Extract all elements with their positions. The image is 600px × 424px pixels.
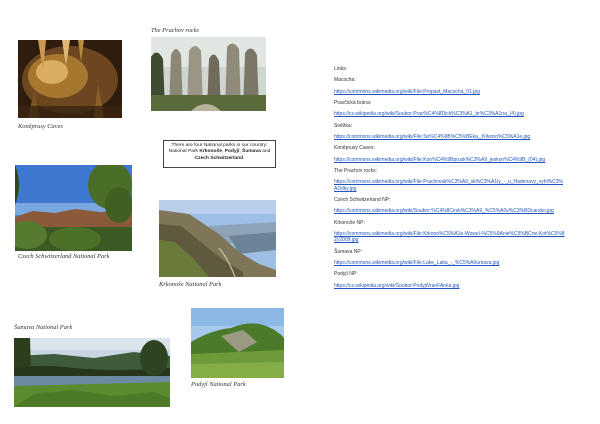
link-pravcicka[interactable]: https://cs.wikipedia.org/wiki/Soubor:Pra… bbox=[334, 111, 566, 117]
note-park-krkonose: Krkonoše bbox=[199, 149, 222, 155]
czech-switzerland-caption: Czech Schwitzerland National Park bbox=[18, 253, 110, 260]
link-label-krkonose: Krkonoše NP: bbox=[334, 219, 365, 226]
note-park-podyji: Podyjí bbox=[224, 149, 240, 155]
link-prachov[interactable]: https://commons.wikimedia.org/wiki/File:… bbox=[334, 179, 566, 191]
sumava-caption: Šumava National Park bbox=[14, 324, 73, 331]
link-krkonose[interactable]: https://commons.wikimedia.org/wiki/File:… bbox=[334, 231, 566, 243]
link-label-pravcicka: Pravčická brána: bbox=[334, 100, 372, 107]
link-podyji[interactable]: https://cs.wikipedia.org/wiki/Soubor:Pod… bbox=[334, 283, 566, 289]
note-line1: There are four National parks in our cou… bbox=[171, 143, 268, 148]
koneprusy-caves-caption: Koněprusy Caves bbox=[18, 123, 63, 130]
national-parks-note: There are four National parks in our cou… bbox=[163, 140, 276, 168]
krkonose-caption: Krkonoše National Park bbox=[159, 281, 222, 288]
link-label-prachov: The Prachov rocks: bbox=[334, 168, 378, 175]
note-prefix: National Park bbox=[168, 149, 200, 155]
note-and: and bbox=[260, 149, 271, 155]
links-list: Links: Macocha: https://commons.wikimedi… bbox=[334, 66, 566, 294]
note-end: . bbox=[243, 155, 245, 161]
podyji-caption: Podyjí National Park bbox=[191, 381, 246, 388]
sumava-photo bbox=[14, 338, 170, 407]
links-heading: Links: bbox=[334, 66, 348, 72]
link-label-czech-switzerland: Czech Schwitzerland NP: bbox=[334, 196, 391, 203]
link-label-macocha: Macocha: bbox=[334, 77, 356, 84]
link-label-sumava: Šumava NP: bbox=[334, 248, 363, 255]
prachov-rocks-caption: The Prachov rocks bbox=[151, 27, 200, 34]
note-park-sumava: Šumava bbox=[242, 149, 261, 155]
link-label-podyji: Podyjí NP: bbox=[334, 271, 358, 278]
prachov-rocks-photo bbox=[151, 37, 266, 111]
podyji-photo bbox=[191, 308, 284, 378]
link-label-koneprusy: Koněprusy Caves: bbox=[334, 145, 375, 152]
link-label-snezka: Sněžka: bbox=[334, 122, 353, 129]
note-park-czech-switzerland: Czech Schwitzerland bbox=[194, 155, 244, 161]
krkonose-photo bbox=[159, 200, 276, 277]
link-macocha[interactable]: https://commons.wikimedia.org/wiki/File:… bbox=[334, 89, 566, 95]
link-snezka[interactable]: https://commons.wikimedia.org/wiki/File:… bbox=[334, 134, 566, 140]
link-koneprusy[interactable]: https://commons.wikimedia.org/wiki/File:… bbox=[334, 157, 566, 163]
czech-switzerland-photo bbox=[15, 165, 132, 251]
koneprusy-caves-photo bbox=[18, 40, 122, 118]
link-sumava[interactable]: https://commons.wikimedia.org/wiki/File:… bbox=[334, 260, 566, 266]
link-czech-switzerland[interactable]: https://commons.wikimedia.org/wiki/Soubo… bbox=[334, 208, 566, 214]
